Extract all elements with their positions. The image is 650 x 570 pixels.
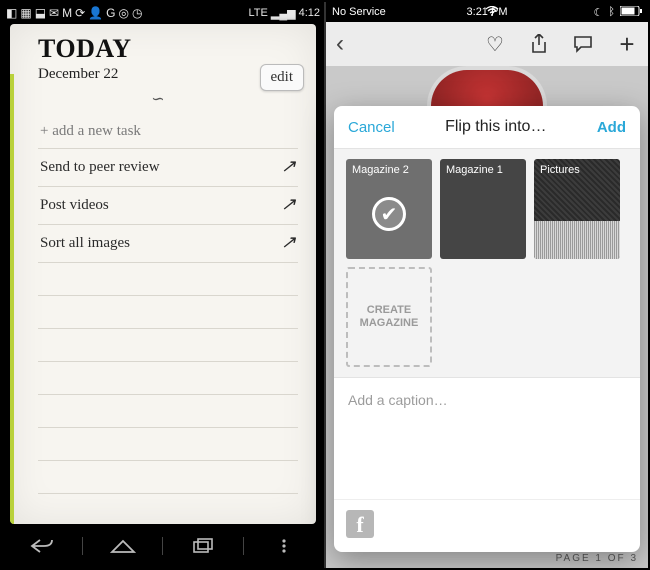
divider-flourish: ∽	[18, 89, 302, 109]
create-magazine-label: CREATE MAGAZINE	[348, 304, 430, 330]
note-title: TODAY	[38, 34, 302, 64]
magazine-label: Pictures	[534, 159, 620, 181]
status-icons-left: ◧ ▦ ⬓ ✉ M ⟳ 👤 G ◎ ◷	[6, 7, 142, 19]
magazine-tile-selected[interactable]: Magazine 2 ✔	[346, 159, 432, 259]
bg-header-actions: ♡ +	[484, 33, 638, 55]
recents-button[interactable]	[179, 533, 227, 559]
edit-button[interactable]: edit	[260, 64, 305, 91]
empty-line	[38, 296, 298, 329]
add-task-placeholder: + add a new task	[40, 123, 141, 140]
note-paper: TODAY December 22 edit ∽ + add a new tas…	[10, 24, 316, 524]
bg-article-header: ‹ ♡ +	[326, 22, 648, 66]
magazine-tile[interactable]: Magazine 1	[440, 159, 526, 259]
ios-phone: No Service 3:21 PM ☾ ᛒ ‹ ♡ + PAGE 1 OF 3	[326, 2, 648, 568]
chat-icon: ✉	[49, 7, 59, 19]
page-indicator: PAGE 1 OF 3	[556, 553, 638, 564]
magazine-tile[interactable]: Pictures	[534, 159, 620, 259]
create-magazine-button[interactable]: CREATE MAGAZINE	[346, 267, 432, 367]
target-icon: ◎	[118, 7, 128, 19]
magazine-grid: Magazine 2 ✔ Magazine 1 Pictures CREATE …	[334, 149, 640, 377]
empty-line	[38, 329, 298, 362]
network-icon: ◧	[6, 7, 17, 19]
flip-sheet: Cancel Flip this into… Add Magazine 2 ✔ …	[334, 106, 640, 552]
dropbox-icon: ⬓	[35, 7, 46, 19]
magazine-label: Magazine 1	[440, 159, 526, 181]
home-button[interactable]	[99, 533, 147, 559]
plus-icon[interactable]: +	[616, 33, 638, 55]
task-arrow-icon: ↗	[281, 156, 296, 177]
empty-line	[38, 461, 298, 494]
task-text: Sort all images	[40, 235, 130, 252]
note-header: TODAY December 22 edit ∽	[10, 24, 316, 109]
empty-line	[38, 263, 298, 296]
facebook-icon[interactable]: f	[346, 510, 374, 538]
back-chevron-icon[interactable]: ‹	[336, 30, 344, 58]
empty-line	[38, 428, 298, 461]
empty-line	[38, 362, 298, 395]
ios-status-bar: No Service 3:21 PM ☾ ᛒ	[326, 2, 648, 22]
task-text: Post videos	[40, 197, 109, 214]
sheet-header: Cancel Flip this into… Add	[334, 106, 640, 149]
task-text: Send to peer review	[40, 159, 160, 176]
checkmark-icon: ✔	[372, 197, 406, 231]
network-type: LTE	[249, 7, 268, 19]
task-row[interactable]: Sort all images ↗	[38, 225, 298, 263]
android-status-bar: ◧ ▦ ⬓ ✉ M ⟳ 👤 G ◎ ◷ LTE ▂▄▆ 4:12	[2, 2, 324, 24]
sheet-title: Flip this into…	[445, 118, 546, 136]
status-time: 4:12	[299, 7, 320, 19]
add-button[interactable]: Add	[597, 119, 626, 136]
bg-article-image	[427, 66, 547, 106]
status-time: 3:21 PM	[326, 6, 648, 18]
accent-edge	[10, 74, 14, 524]
share-icon[interactable]	[528, 33, 550, 55]
magazine-label: Magazine 2	[346, 159, 432, 181]
sync-icon: ⟳	[75, 7, 85, 19]
heart-icon[interactable]: ♡	[484, 33, 506, 55]
task-arrow-icon: ↗	[281, 194, 296, 215]
task-list: + add a new task Send to peer review ↗ P…	[10, 109, 316, 494]
status-icons-right: LTE ▂▄▆ 4:12	[249, 7, 321, 20]
grid-icon: ▦	[20, 7, 31, 19]
signal-icon: ▂▄▆	[271, 7, 296, 20]
menu-button[interactable]	[260, 533, 308, 559]
clock-icon: ◷	[132, 7, 142, 19]
empty-line	[38, 395, 298, 428]
google-icon: G	[106, 7, 115, 19]
sheet-footer: f	[334, 499, 640, 552]
android-phone: ◧ ▦ ⬓ ✉ M ⟳ 👤 G ◎ ◷ LTE ▂▄▆ 4:12 TODAY D…	[2, 2, 326, 568]
task-row[interactable]: Post videos ↗	[38, 187, 298, 225]
android-nav-bar	[10, 528, 316, 564]
task-row[interactable]: Send to peer review ↗	[38, 149, 298, 187]
caption-input[interactable]: Add a caption…	[334, 377, 640, 422]
mail-icon: M	[62, 7, 72, 19]
back-button[interactable]	[18, 533, 66, 559]
cancel-button[interactable]: Cancel	[348, 119, 395, 136]
comment-icon[interactable]	[572, 33, 594, 55]
person-icon: 👤	[88, 7, 103, 19]
task-arrow-icon: ↗	[281, 232, 296, 253]
add-task-row[interactable]: + add a new task	[38, 115, 298, 149]
